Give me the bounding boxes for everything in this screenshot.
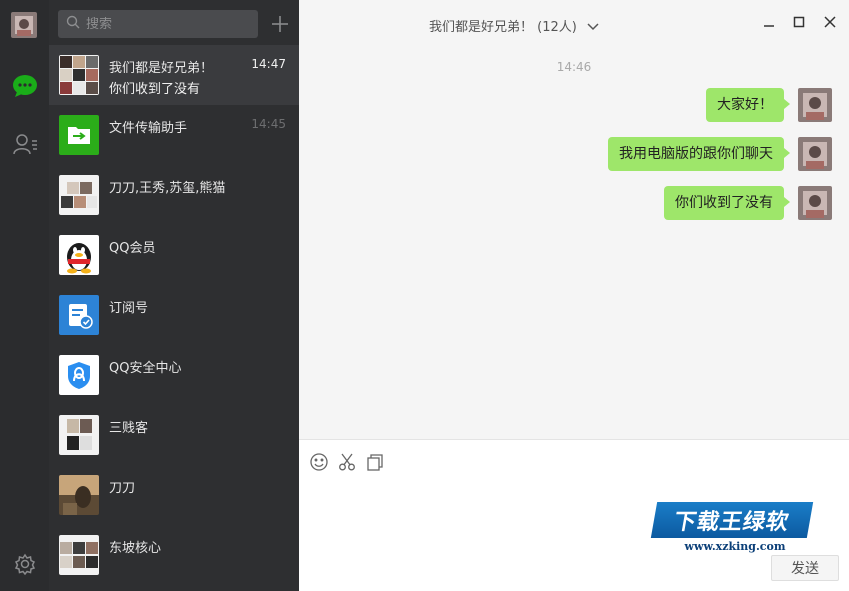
conversation-item[interactable]: 我们都是好兄弟！ 你们收到了没有 14:47 — [49, 45, 299, 105]
watermark-brand: 下载王绿软 — [650, 502, 814, 538]
conversation-name: 三贱客 — [109, 421, 149, 436]
conversation-name: 我们都是好兄弟！ — [109, 61, 214, 76]
send-button[interactable]: 发送 — [771, 555, 839, 581]
message-timestamp: 14:46 — [556, 60, 592, 74]
add-icon[interactable] — [268, 12, 292, 36]
my-avatar[interactable] — [11, 12, 37, 38]
search-icon — [66, 15, 80, 33]
conversation-item[interactable]: 东坡核心 — [49, 525, 299, 585]
file-transfer-icon — [59, 115, 99, 155]
conversation-item[interactable]: QQ会员 — [49, 225, 299, 285]
message-row: 我用电脑版的跟你们聊天 — [608, 137, 832, 171]
conversation-name: QQ会员 — [109, 241, 156, 256]
sender-avatar[interactable] — [798, 88, 832, 122]
chat-icon[interactable] — [10, 71, 39, 100]
conversation-item[interactable]: 三贱客 — [49, 405, 299, 465]
message-bubble[interactable]: 大家好！ — [706, 88, 790, 122]
maximize-icon[interactable] — [791, 14, 807, 30]
search-input[interactable] — [86, 16, 246, 32]
conversation-time: 14:45 — [251, 117, 286, 131]
settings-icon[interactable] — [10, 549, 39, 578]
chat-panel: 我们都是好兄弟！ (12人) 14:46 大家好！ 我用电脑版的跟你们聊天 你们… — [299, 0, 849, 591]
close-icon[interactable] — [822, 14, 838, 30]
message-row: 你们收到了没有 — [664, 186, 832, 220]
conversation-list: 我们都是好兄弟！ 你们收到了没有 14:47 文件传输助手 14:45 刀刀,王… — [49, 0, 299, 591]
message-bubble[interactable]: 我用电脑版的跟你们聊天 — [608, 137, 790, 171]
scissors-icon[interactable] — [337, 452, 357, 472]
conversation-item[interactable]: QQ安全中心 — [49, 345, 299, 405]
conversation-name: 文件传输助手 — [109, 121, 188, 136]
subscription-icon — [59, 295, 99, 335]
qq-penguin-icon — [59, 235, 99, 275]
conversation-preview: 你们收到了没有 — [109, 82, 201, 97]
chevron-down-icon[interactable] — [587, 20, 599, 35]
chat-title: 我们都是好兄弟！ (12人) — [429, 20, 577, 35]
file-icon[interactable] — [365, 452, 385, 472]
conversation-name: 订阅号 — [109, 301, 149, 316]
message-row: 大家好！ — [706, 88, 832, 122]
conversation-item[interactable]: 文件传输助手 14:45 — [49, 105, 299, 165]
group-avatar — [59, 55, 99, 95]
conversation-name: 东坡核心 — [109, 541, 162, 556]
sender-avatar[interactable] — [798, 137, 832, 171]
conversation-name: QQ安全中心 — [109, 361, 182, 376]
conversation-item[interactable]: 订阅号 — [49, 285, 299, 345]
minimize-icon[interactable] — [761, 14, 777, 30]
conversation-name: 刀刀,王秀,苏玺,熊猫 — [109, 181, 226, 196]
watermark-url: www.xzking.com — [684, 540, 786, 553]
contacts-icon[interactable] — [10, 129, 39, 158]
composer: 下载王绿软 www.xzking.com 发送 — [299, 439, 849, 591]
search-box[interactable] — [58, 10, 258, 38]
nav-rail — [0, 0, 49, 591]
conversation-item[interactable]: 刀刀 — [49, 465, 299, 525]
conversation-name: 刀刀 — [109, 481, 136, 496]
shield-icon — [59, 355, 99, 395]
chat-header: 我们都是好兄弟！ (12人) — [299, 0, 849, 46]
contact-avatar — [59, 475, 99, 515]
watermark-logo: 下载王绿软 www.xzking.com — [650, 502, 814, 562]
group-avatar — [59, 175, 99, 215]
message-bubble[interactable]: 你们收到了没有 — [664, 186, 790, 220]
group-avatar — [59, 535, 99, 575]
conversation-time: 14:47 — [251, 57, 286, 71]
conversation-item[interactable]: 刀刀,王秀,苏玺,熊猫 — [49, 165, 299, 225]
group-avatar — [59, 415, 99, 455]
sender-avatar[interactable] — [798, 186, 832, 220]
emoji-icon[interactable] — [309, 452, 329, 472]
